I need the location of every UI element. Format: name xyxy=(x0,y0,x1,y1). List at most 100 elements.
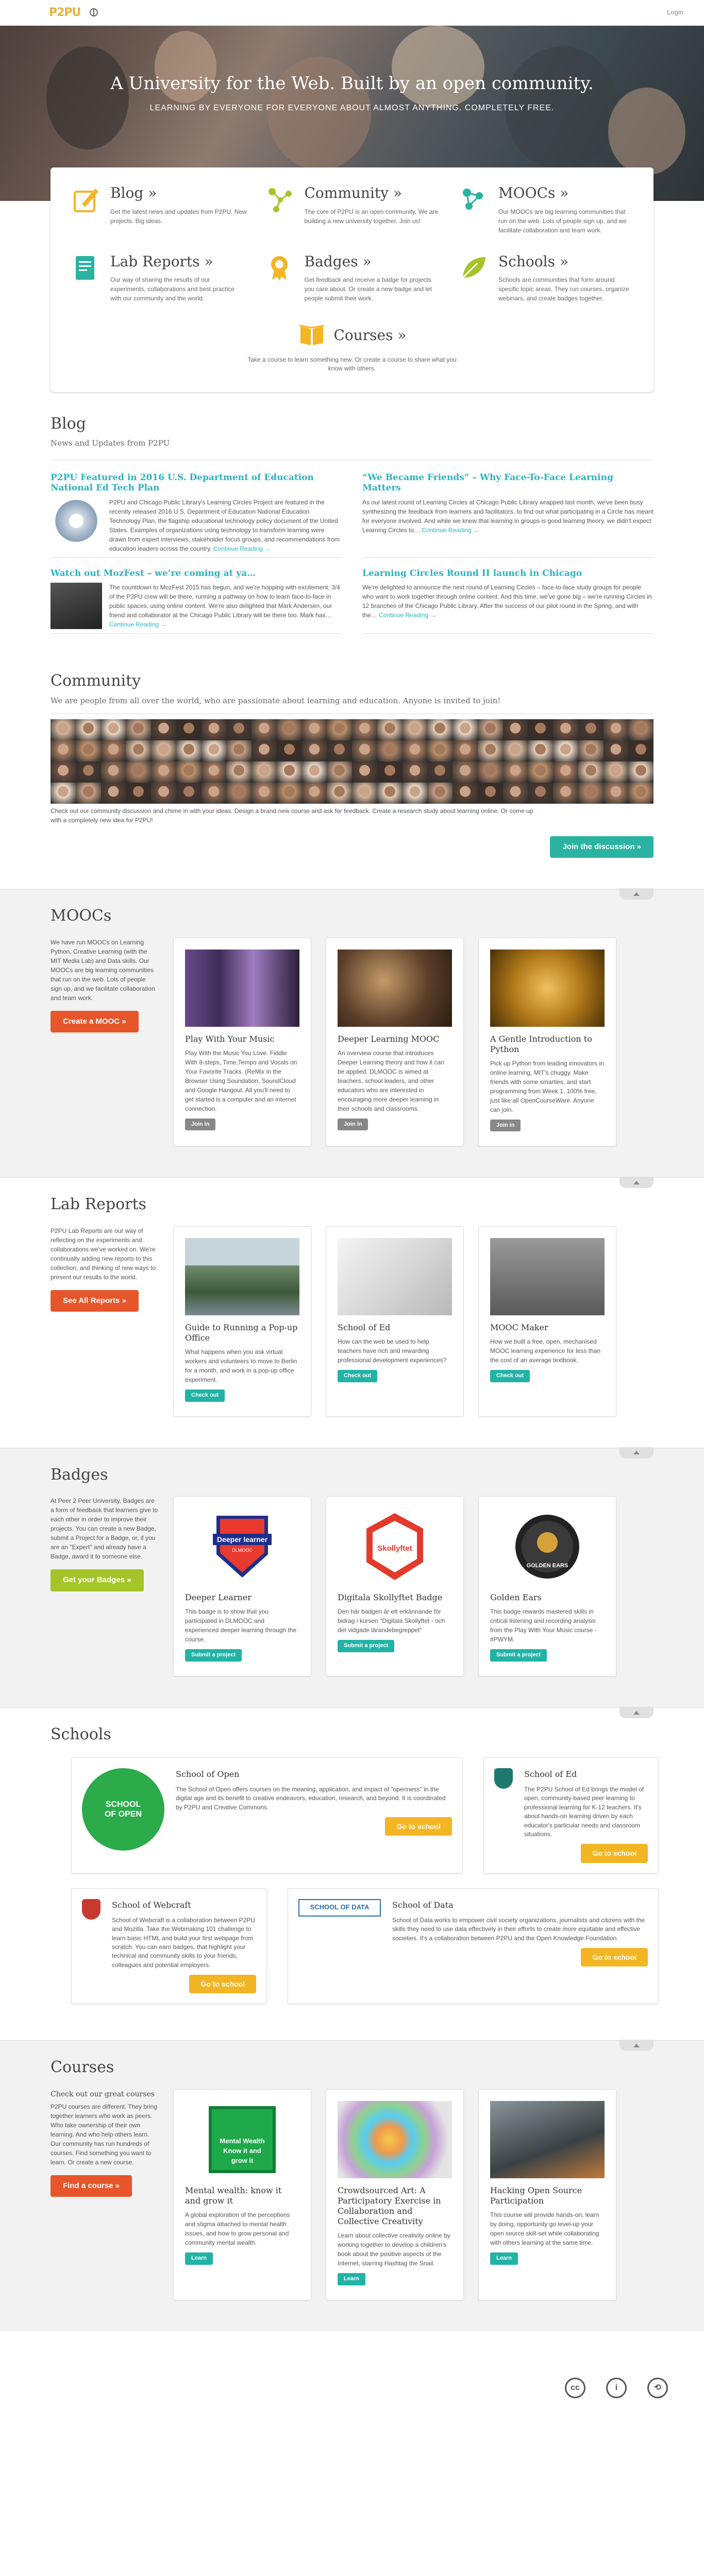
join-in-button[interactable]: Join in xyxy=(185,1118,216,1131)
member-avatar[interactable] xyxy=(176,719,202,741)
go-to-school-button[interactable]: Go to school xyxy=(189,1975,256,1994)
member-avatar[interactable] xyxy=(603,740,629,762)
feature-lab-reports[interactable]: Lab Reports » Our way of sharing the resu… xyxy=(69,251,247,303)
member-avatar[interactable] xyxy=(226,719,252,741)
find-course-button[interactable]: Find a course » xyxy=(51,2175,132,2197)
go-to-school-button[interactable]: Go to school xyxy=(581,1948,648,1967)
collapse-toggle[interactable] xyxy=(619,888,653,900)
p2pu-logo[interactable]: P2PU xyxy=(49,5,81,21)
submit-project-button[interactable]: Submit a project xyxy=(338,1640,395,1653)
feature-title[interactable]: Badges » xyxy=(305,251,441,273)
member-avatar[interactable] xyxy=(377,719,403,741)
member-avatar[interactable] xyxy=(201,783,227,804)
member-avatar[interactable] xyxy=(578,761,604,783)
member-avatar[interactable] xyxy=(553,761,578,783)
member-avatar[interactable] xyxy=(377,740,403,762)
member-avatar[interactable] xyxy=(100,719,126,741)
member-avatar[interactable] xyxy=(226,783,252,804)
see-all-reports-button[interactable]: See All Reports » xyxy=(51,1290,139,1312)
member-avatar[interactable] xyxy=(528,740,553,762)
lab-report-image[interactable] xyxy=(185,1238,299,1315)
lab-report-image[interactable] xyxy=(490,1238,605,1315)
badge-image[interactable]: GOLDEN EARS xyxy=(490,1508,605,1586)
sa-icon[interactable]: ⟲ xyxy=(647,2377,668,2398)
member-avatar[interactable] xyxy=(502,783,528,804)
member-avatar[interactable] xyxy=(201,719,227,741)
member-avatar[interactable] xyxy=(126,719,151,741)
blog-post-title[interactable]: Learning Circles Round II launch in Chic… xyxy=(362,568,653,579)
member-avatar[interactable] xyxy=(628,719,653,741)
check-out-button[interactable]: Check out xyxy=(490,1369,530,1382)
course-card-title[interactable]: Crowdsourced Art: A Participatory Exerci… xyxy=(338,2185,452,2227)
member-avatar[interactable] xyxy=(553,719,578,741)
member-avatar[interactable] xyxy=(226,740,252,762)
member-avatar[interactable] xyxy=(352,783,377,804)
mooc-card-title[interactable]: Play With Your Music xyxy=(185,1034,299,1044)
member-avatar[interactable] xyxy=(452,783,478,804)
badge-card-title[interactable]: Golden Ears xyxy=(490,1592,605,1603)
member-avatar[interactable] xyxy=(502,740,528,762)
member-avatar[interactable] xyxy=(452,761,478,783)
learn-button[interactable]: Learn xyxy=(185,2252,213,2265)
blog-post-title[interactable]: “We Became Friends” – Why Face-To-Face L… xyxy=(362,472,653,494)
feature-title[interactable]: Blog » xyxy=(110,183,247,204)
member-avatar[interactable] xyxy=(327,719,352,741)
member-avatar[interactable] xyxy=(151,761,176,783)
feature-title[interactable]: Schools » xyxy=(498,251,635,273)
school-title[interactable]: School of Ed xyxy=(524,1768,648,1780)
member-avatar[interactable] xyxy=(252,783,277,804)
member-avatar[interactable] xyxy=(276,719,302,741)
member-avatar[interactable] xyxy=(427,783,452,804)
member-avatar[interactable] xyxy=(553,783,578,804)
course-image[interactable] xyxy=(338,2100,452,2178)
member-avatar[interactable] xyxy=(327,761,352,783)
feature-title[interactable]: Community » xyxy=(305,183,441,204)
by-icon[interactable]: i xyxy=(606,2377,627,2398)
mooc-image[interactable] xyxy=(490,949,605,1027)
create-mooc-button[interactable]: Create a MOOC » xyxy=(51,1010,139,1033)
get-badges-button[interactable]: Get your Badges » xyxy=(51,1569,144,1591)
member-avatar[interactable] xyxy=(75,783,101,804)
check-out-button[interactable]: Check out xyxy=(338,1369,378,1382)
member-avatar[interactable] xyxy=(100,740,126,762)
school-of-ed-shield-icon[interactable] xyxy=(494,1768,513,1789)
feature-schools[interactable]: Schools » Schools are communities that fo… xyxy=(457,251,635,303)
member-avatar[interactable] xyxy=(226,761,252,783)
continue-reading-link[interactable]: Continue Reading → xyxy=(422,527,479,534)
badge-card-title[interactable]: Digitala Skollyftet Badge xyxy=(338,1592,452,1603)
member-avatar[interactable] xyxy=(528,719,553,741)
learn-button[interactable]: Learn xyxy=(490,2252,518,2265)
submit-project-button[interactable]: Submit a project xyxy=(185,1649,242,1662)
lab-report-title[interactable]: School of Ed xyxy=(338,1323,452,1333)
member-avatar[interactable] xyxy=(276,783,302,804)
member-avatar[interactable] xyxy=(352,761,377,783)
member-avatar[interactable] xyxy=(252,761,277,783)
member-avatar[interactable] xyxy=(427,719,452,741)
member-avatar[interactable] xyxy=(75,761,101,783)
member-avatar[interactable] xyxy=(477,719,503,741)
feature-moocs[interactable]: MOOCs » Our MOOCs are big learning commun… xyxy=(457,183,635,235)
blog-post-title[interactable]: Watch out MozFest – we’re coming at ya… xyxy=(51,568,342,579)
member-avatar[interactable] xyxy=(276,740,302,762)
member-avatar[interactable] xyxy=(578,783,604,804)
member-avatar[interactable] xyxy=(603,761,629,783)
go-to-school-button[interactable]: Go to school xyxy=(581,1844,648,1863)
member-avatar[interactable] xyxy=(176,740,202,762)
continue-reading-link[interactable]: Continue Reading → xyxy=(109,621,166,628)
course-image[interactable] xyxy=(490,2100,605,2178)
course-card-title[interactable]: Mental wealth: know it and grow it xyxy=(185,2185,299,2206)
member-avatar[interactable] xyxy=(402,783,428,804)
member-avatar[interactable] xyxy=(402,761,428,783)
lab-report-title[interactable]: Guide to Running a Pop-up Office xyxy=(185,1323,299,1343)
member-avatar[interactable] xyxy=(553,740,578,762)
member-avatar[interactable] xyxy=(427,740,452,762)
member-avatar[interactable] xyxy=(252,719,277,741)
member-avatar[interactable] xyxy=(628,783,653,804)
member-avatar[interactable] xyxy=(201,740,227,762)
member-avatar[interactable] xyxy=(176,783,202,804)
member-avatar[interactable] xyxy=(502,761,528,783)
lab-report-title[interactable]: MOOC Maker xyxy=(490,1323,605,1333)
member-avatar[interactable] xyxy=(603,783,629,804)
member-avatar[interactable] xyxy=(352,719,377,741)
member-avatar[interactable] xyxy=(301,761,327,783)
